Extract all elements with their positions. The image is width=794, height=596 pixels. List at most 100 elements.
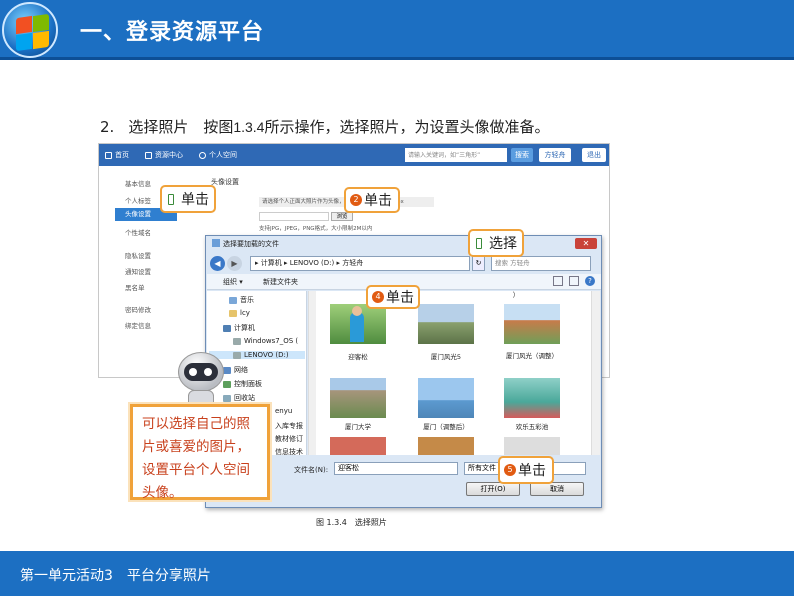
tree-label: 信息技术 xyxy=(275,448,303,455)
dialog-title-text: 选择要加载的文件 xyxy=(223,240,279,248)
step-text-b: 所示操作，选择照片，为设置头像做准备。 xyxy=(264,118,550,136)
address-bar-row: ◀ ▶ ▸ 计算机 ▸ LENOVO (D:) ▸ 方轻舟 ↻ 搜索 方轻舟 xyxy=(210,254,598,272)
logout-button[interactable]: 退出 xyxy=(582,148,606,162)
step-text-a: 选择照片 按图 xyxy=(128,118,234,136)
nav-home-label: 首页 xyxy=(115,151,129,159)
step-number: 2. xyxy=(100,118,115,136)
tree-label: enyu xyxy=(275,407,293,415)
open-button[interactable]: 打开(O) xyxy=(466,482,520,496)
resource-icon xyxy=(145,151,152,159)
preview-pane-icon[interactable] xyxy=(569,276,579,286)
header-bar: 一、登录资源平台 xyxy=(0,0,794,60)
browse-button[interactable]: 浏览 xyxy=(331,212,353,221)
tip-bubble: 可以选择自己的照片或喜爱的图片，设置平台个人空间头像。 xyxy=(130,404,270,501)
file-name: 厦门大学 xyxy=(345,423,371,431)
help-icon[interactable]: ? xyxy=(585,276,595,286)
file-thumb-partial[interactable] xyxy=(418,437,474,455)
footer-title: 第一单元活动3 平台分享照片 xyxy=(20,568,211,584)
tree-item-lcy[interactable]: lcy xyxy=(229,309,250,317)
drive-icon xyxy=(233,337,241,345)
callout-text: 单击 xyxy=(181,192,209,208)
close-icon[interactable]: ✕ xyxy=(575,238,597,249)
cancel-button[interactable]: 取消 xyxy=(530,482,584,496)
new-folder-button[interactable]: 新建文件夹 xyxy=(263,277,298,287)
callout-text: 单击 xyxy=(364,193,392,209)
robot-mascot-icon xyxy=(170,350,232,406)
nav-personal-space[interactable]: 个人空间 xyxy=(199,150,237,160)
sidebar-item-tags[interactable]: 个人标签 xyxy=(125,195,151,205)
tree-item-enyu[interactable]: enyu xyxy=(275,407,292,415)
web-search-input[interactable]: 请输入关键词，如“三角形” xyxy=(405,148,507,162)
file-name: 厦门（调整后） xyxy=(423,423,469,431)
username-link[interactable]: 方轻舟 xyxy=(539,148,571,162)
app-icon xyxy=(212,239,220,247)
back-icon[interactable]: ◀ xyxy=(210,255,225,271)
sidebar-item-password[interactable]: 密码修改 xyxy=(125,304,151,314)
view-icons: ? xyxy=(547,276,595,286)
upload-path-field[interactable] xyxy=(259,212,329,221)
tree-label: 计算机 xyxy=(234,324,255,332)
view-mode-icon[interactable] xyxy=(553,276,563,286)
folder-icon xyxy=(229,309,237,317)
file-name: 欢乐五彩池 xyxy=(515,423,549,431)
tree-item-music[interactable]: 音乐 xyxy=(229,295,254,305)
callout-click-2: 2 单击 xyxy=(344,187,400,213)
music-icon xyxy=(229,296,237,304)
sidebar-item-privacy[interactable]: 隐私设置 xyxy=(125,250,151,260)
refresh-icon[interactable]: ↻ xyxy=(472,255,485,271)
tree-item-computer[interactable]: 计算机 xyxy=(223,323,255,333)
address-bar[interactable]: ▸ 计算机 ▸ LENOVO (D:) ▸ 方轻舟 xyxy=(250,255,470,271)
sidebar-item-blacklist[interactable]: 黑名单 xyxy=(125,282,145,292)
windows-logo-icon xyxy=(2,2,58,58)
tree-label: 控制面板 xyxy=(234,380,262,388)
tree-item-textbook[interactable]: 教材修订 xyxy=(275,434,303,444)
nav-home[interactable]: 首页 xyxy=(105,150,129,160)
forward-icon[interactable]: ▶ xyxy=(227,255,242,271)
step-marker-icon xyxy=(168,193,174,205)
dialog-search-input[interactable]: 搜索 方轻舟 xyxy=(491,255,591,271)
web-search-button[interactable]: 搜索 xyxy=(511,148,533,162)
step-badge: 4 xyxy=(372,291,384,303)
filename-label: 文件名(N): xyxy=(294,466,329,474)
figure-ref: 1.3.4 xyxy=(233,119,265,135)
file-thumb-partial[interactable] xyxy=(330,437,386,455)
file-thumb-xmu[interactable] xyxy=(330,378,386,418)
file-thumb-xiamen-adj[interactable] xyxy=(504,304,560,344)
callout-click-5: 5 单击 xyxy=(498,456,554,484)
tree-label: lcy xyxy=(240,309,250,317)
file-thumb-xiamen5[interactable] xyxy=(418,304,474,344)
partial-caption: ） xyxy=(512,291,520,299)
tree-item-it[interactable]: 信息技术 xyxy=(275,447,303,455)
computer-icon xyxy=(223,324,231,332)
sidebar-item-binding[interactable]: 绑定信息 xyxy=(125,320,151,330)
tree-label: Windows7_OS ( xyxy=(244,337,299,345)
sidebar-item-domain[interactable]: 个性域名 xyxy=(125,227,151,237)
footer-bar: 第一单元活动3 平台分享照片 xyxy=(0,551,794,596)
organize-menu[interactable]: 组织 ▾ xyxy=(223,277,243,287)
file-name: 厦门风光（调整） xyxy=(506,352,558,360)
callout-click-4: 4 单击 xyxy=(366,285,420,309)
drive-icon xyxy=(233,351,241,359)
home-icon xyxy=(105,151,112,159)
dialog-title: 选择要加载的文件 xyxy=(212,239,279,249)
sidebar-item-notify[interactable]: 通知设置 xyxy=(125,266,151,276)
tree-label: 教材修订 xyxy=(275,435,303,443)
tree-item-report[interactable]: 入库专报 xyxy=(275,421,303,431)
tree-item-windows[interactable]: Windows7_OS ( xyxy=(233,337,298,345)
step-badge: 5 xyxy=(504,464,516,476)
avatar-settings-title: 头像设置 xyxy=(211,178,239,186)
filename-input[interactable]: 迎客松 xyxy=(334,462,458,475)
format-hint: 支持JPG，JPEG，PNG格式，大小限制2M以内 xyxy=(259,226,373,232)
sidebar-item-basic-info[interactable]: 基本信息 xyxy=(125,178,151,188)
file-thumb-partial[interactable] xyxy=(504,437,560,455)
nav-resources[interactable]: 资源中心 xyxy=(145,150,183,160)
tree-scrollbar[interactable] xyxy=(308,291,316,455)
tree-label: 网络 xyxy=(234,366,248,374)
tree-label: 入库专报 xyxy=(275,422,303,430)
step-marker-icon xyxy=(476,237,482,249)
file-thumb-xiamen-after[interactable] xyxy=(418,378,474,418)
file-thumb-yingkesong[interactable] xyxy=(330,304,386,344)
step-instruction: 2. 选择照片 按图1.3.4所示操作，选择照片，为设置头像做准备。 xyxy=(100,116,549,137)
file-thumb-wucaichi[interactable] xyxy=(504,378,560,418)
file-scrollbar[interactable] xyxy=(591,291,600,455)
